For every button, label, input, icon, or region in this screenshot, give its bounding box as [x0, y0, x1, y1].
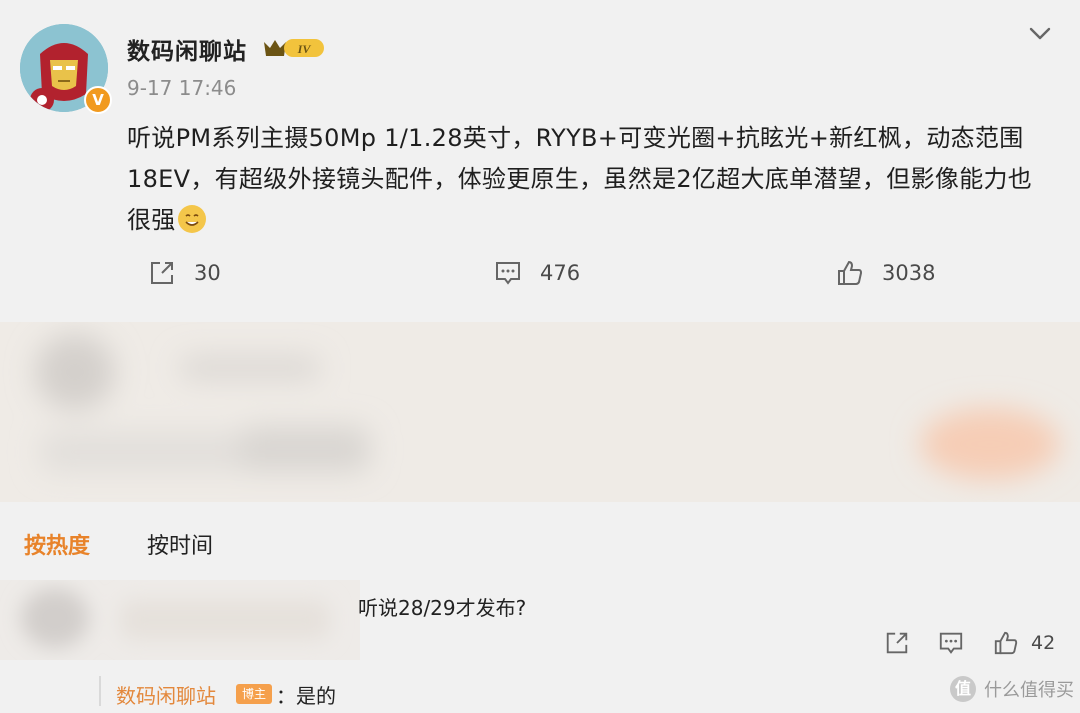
post-text: 听说PM系列主摄50Mp 1/1.28英寸，RYYB+可变光圈+抗眩光+新红枫，…: [127, 124, 1033, 234]
comment-icon: [939, 632, 963, 654]
reply-author[interactable]: 数码闲聊站: [116, 680, 216, 709]
share-icon: [151, 262, 173, 284]
comment-reply-button[interactable]: [938, 630, 964, 656]
blurred-content-area: [0, 322, 1080, 502]
reply-divider: [99, 676, 101, 706]
like-icon: [838, 260, 863, 285]
author-name[interactable]: 数码闲聊站: [127, 32, 247, 66]
chevron-down-icon[interactable]: [1026, 24, 1054, 44]
post-content: 听说PM系列主摄50Mp 1/1.28英寸，RYYB+可变光圈+抗眩光+新红枫，…: [127, 118, 1052, 241]
comment-icon: [496, 262, 520, 285]
watermark-text: 什么值得买: [984, 680, 1074, 701]
reply-text: ：是的: [276, 684, 336, 708]
share-button[interactable]: 30: [148, 259, 221, 287]
level-badge: IV: [264, 39, 324, 57]
comment-like-button[interactable]: 42: [993, 630, 1055, 656]
watermark-logo-icon: 值: [950, 676, 976, 702]
comment-button[interactable]: 476: [494, 259, 580, 287]
comment-count: 476: [540, 261, 581, 285]
like-count: 3038: [882, 261, 936, 285]
comment-text: 听说28/29才发布?: [358, 596, 527, 620]
tab-sort-hot[interactable]: 按热度: [24, 528, 90, 560]
level-badge-text: IV: [297, 42, 312, 56]
smile-emoji-icon: [177, 205, 206, 233]
comment-share-button[interactable]: [884, 630, 910, 656]
blurred-commenter: [0, 580, 360, 660]
blogger-tag: 博主: [236, 684, 273, 704]
share-count: 30: [194, 261, 221, 285]
share-icon: [886, 632, 908, 654]
verified-badge: V: [84, 86, 112, 114]
comment-like-count: 42: [1031, 632, 1056, 654]
like-button[interactable]: 3038: [836, 259, 935, 287]
post-time: 9-17 17:46: [127, 76, 237, 100]
watermark: 值 什么值得买: [950, 676, 1074, 702]
like-icon: [994, 631, 1018, 655]
tab-sort-time[interactable]: 按时间: [147, 528, 213, 560]
